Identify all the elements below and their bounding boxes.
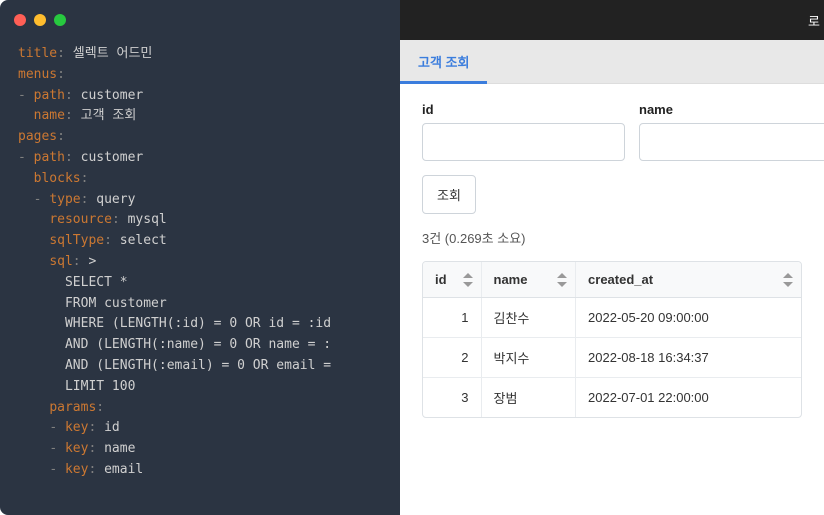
sort-icon[interactable] [783,273,793,287]
close-icon[interactable] [14,14,26,26]
table-row[interactable]: 2박지수2022-08-18 16:34:37 [423,338,801,378]
code-editor-panel: title: 셀렉트 어드민 menus: - path: customer n… [0,0,400,515]
zoom-icon[interactable] [54,14,66,26]
sort-icon[interactable] [463,273,473,287]
name-input[interactable] [639,123,824,161]
column-header-created_at[interactable]: created_at [576,262,801,298]
table-header-row: id name created_at [423,262,801,298]
tab-label: 고객 조회 [418,55,469,70]
table-row[interactable]: 1김찬수2022-05-20 09:00:00 [423,298,801,338]
results-table: id name created_at 1김찬수2022-05-20 09:00:… [422,261,802,418]
form-actions: 조회 [422,175,802,214]
cell-created_at: 2022-08-18 16:34:37 [576,338,801,378]
yaml-source[interactable]: title: 셀렉트 어드민 menus: - path: customer n… [0,34,400,491]
window-controls [0,0,400,34]
table-body: 1김찬수2022-05-20 09:00:002박지수2022-08-18 16… [423,298,801,418]
result-status: 3건 (0.269초 소요) [422,228,802,247]
cell-id: 2 [423,338,481,378]
field-id: id [422,102,625,161]
cell-id: 3 [423,378,481,418]
cell-name: 장범 [481,378,576,418]
minimize-icon[interactable] [34,14,46,26]
admin-panel: 로 고객 조회 id name email 조회 3건 (0.26 [400,0,824,515]
cell-name: 박지수 [481,338,576,378]
topbar: 로 [400,0,824,40]
topbar-right-text[interactable]: 로 [808,11,820,30]
column-header-id[interactable]: id [423,262,481,298]
cell-name: 김찬수 [481,298,576,338]
field-label: id [422,102,625,117]
tabs: 고객 조회 [400,40,824,84]
table-row[interactable]: 3장범2022-07-01 22:00:00 [423,378,801,418]
query-button[interactable]: 조회 [422,175,476,214]
column-header-name[interactable]: name [481,262,576,298]
id-input[interactable] [422,123,625,161]
search-fields: id name email [422,102,802,161]
field-label: name [639,102,824,117]
sort-icon[interactable] [557,273,567,287]
cell-id: 1 [423,298,481,338]
field-name: name [639,102,824,161]
cell-created_at: 2022-05-20 09:00:00 [576,298,801,338]
content: id name email 조회 3건 (0.269초 소요) id name … [400,84,824,436]
cell-created_at: 2022-07-01 22:00:00 [576,378,801,418]
tab-customer-lookup[interactable]: 고객 조회 [400,40,487,83]
